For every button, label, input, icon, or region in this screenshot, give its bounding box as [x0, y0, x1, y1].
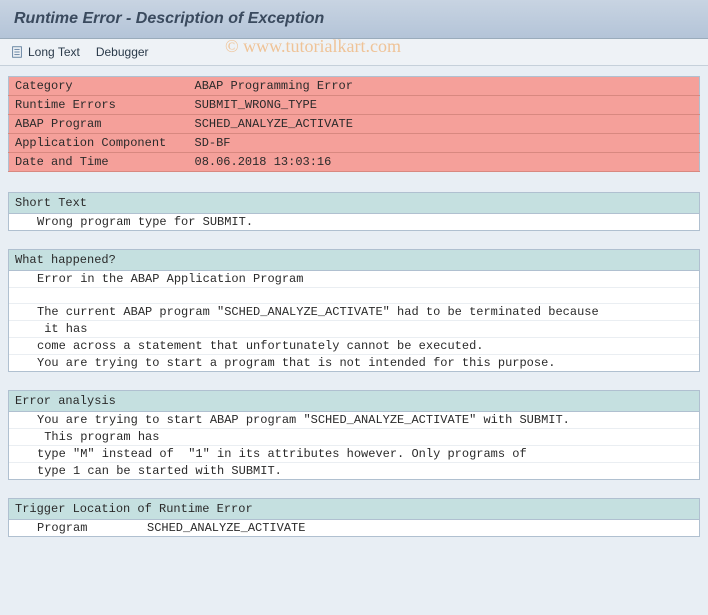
text-line: type 1 can be started with SUBMIT.: [9, 463, 699, 479]
text-line: Wrong program type for SUBMIT.: [9, 214, 699, 230]
trigger-location-section: Trigger Location of Runtime Error Progra…: [8, 498, 700, 537]
what-happened-header: What happened?: [9, 250, 699, 271]
trigger-location-body: ProgramSCHED_ANALYZE_ACTIVATE: [9, 520, 699, 536]
runtime-errors-value: SUBMIT_WRONG_TYPE: [189, 96, 700, 115]
table-row: Category ABAP Programming Error: [9, 77, 700, 96]
document-icon: [10, 45, 24, 59]
table-row: Runtime Errors SUBMIT_WRONG_TYPE: [9, 96, 700, 115]
date-time-label: Date and Time: [9, 153, 189, 172]
toolbar: Long Text Debugger: [0, 39, 708, 66]
text-line: type "M" instead of "1" in its attribute…: [9, 446, 699, 463]
table-row: Application Component SD-BF: [9, 134, 700, 153]
app-component-value: SD-BF: [189, 134, 700, 153]
abap-program-label: ABAP Program: [9, 115, 189, 134]
long-text-button[interactable]: Long Text: [10, 45, 80, 59]
app-component-label: Application Component: [9, 134, 189, 153]
table-row: ABAP Program SCHED_ANALYZE_ACTIVATE: [9, 115, 700, 134]
category-label: Category: [9, 77, 189, 96]
text-line: [9, 288, 699, 304]
error-analysis-header: Error analysis: [9, 391, 699, 412]
text-line: You are trying to start a program that i…: [9, 355, 699, 371]
text-line: You are trying to start ABAP program "SC…: [9, 412, 699, 429]
what-happened-section: What happened? Error in the ABAP Applica…: [8, 249, 700, 372]
error-info-table: Category ABAP Programming Error Runtime …: [8, 76, 700, 172]
abap-program-value: SCHED_ANALYZE_ACTIVATE: [189, 115, 700, 134]
text-line: This program has: [9, 429, 699, 446]
text-line: come across a statement that unfortunate…: [9, 338, 699, 355]
text-line: The current ABAP program "SCHED_ANALYZE_…: [9, 304, 699, 321]
table-row: Date and Time 08.06.2018 13:03:16: [9, 153, 700, 172]
text-line: it has: [9, 321, 699, 338]
content-area: Category ABAP Programming Error Runtime …: [0, 66, 708, 565]
trigger-program-value: SCHED_ANALYZE_ACTIVATE: [147, 521, 305, 535]
title-bar: Runtime Error - Description of Exception: [0, 0, 708, 39]
debugger-button[interactable]: Debugger: [96, 45, 149, 59]
trigger-location-header: Trigger Location of Runtime Error: [9, 499, 699, 520]
short-text-section: Short Text Wrong program type for SUBMIT…: [8, 192, 700, 231]
short-text-body: Wrong program type for SUBMIT.: [9, 214, 699, 230]
long-text-label: Long Text: [28, 45, 80, 59]
page-title: Runtime Error - Description of Exception: [14, 10, 694, 28]
text-line: Error in the ABAP Application Program: [9, 271, 699, 288]
runtime-errors-label: Runtime Errors: [9, 96, 189, 115]
what-happened-body: Error in the ABAP Application Program Th…: [9, 271, 699, 371]
text-line: ProgramSCHED_ANALYZE_ACTIVATE: [9, 520, 699, 536]
date-time-value: 08.06.2018 13:03:16: [189, 153, 700, 172]
error-analysis-body: You are trying to start ABAP program "SC…: [9, 412, 699, 479]
trigger-program-label: Program: [37, 521, 147, 535]
short-text-header: Short Text: [9, 193, 699, 214]
debugger-label: Debugger: [96, 45, 149, 59]
error-analysis-section: Error analysis You are trying to start A…: [8, 390, 700, 480]
category-value: ABAP Programming Error: [189, 77, 700, 96]
